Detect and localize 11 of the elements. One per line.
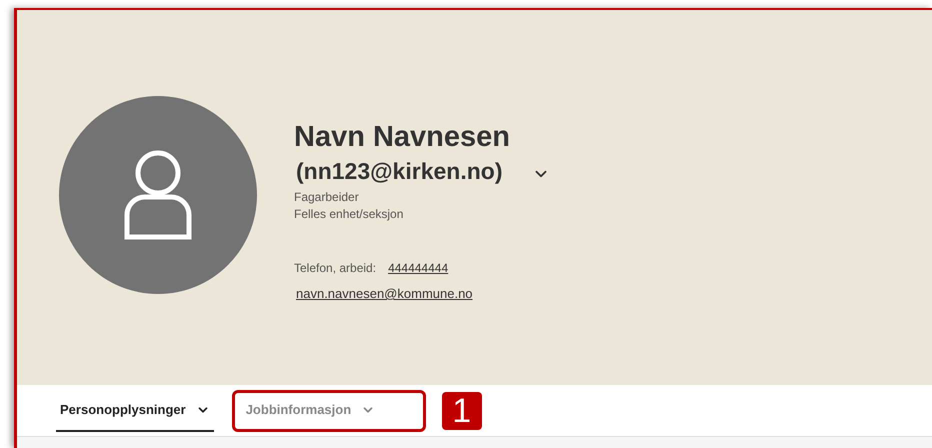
callout-badge: 1 — [442, 392, 482, 430]
tab[interactable]: Jobbinformasjon — [242, 390, 380, 432]
profile-name: Navn Navnesen — [294, 120, 511, 154]
person-icon — [123, 149, 193, 241]
username: (nn123@kirken.no) — [296, 157, 502, 186]
tab[interactable]: Personopplysninger — [56, 390, 214, 432]
phone-link[interactable]: 444444444 — [388, 259, 448, 277]
email-link[interactable]: navn.navnesen@kommune.no — [296, 284, 550, 304]
job-title: Fagarbeider — [294, 189, 360, 206]
phone-label: Telefon, arbeid: — [294, 260, 376, 277]
unit: Felles enhet/seksjon — [294, 206, 404, 223]
